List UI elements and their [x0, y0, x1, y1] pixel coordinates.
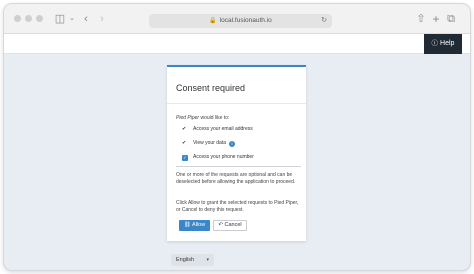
key-icon: ⛓ [183, 222, 191, 228]
chevron-down-icon[interactable]: ⌄ [66, 13, 78, 25]
close-window-button[interactable] [14, 15, 21, 22]
optional-note: One or more of the requests are optional… [176, 172, 296, 185]
check-icon: ✔ [182, 140, 187, 146]
help-button[interactable]: ⓘ Help [424, 34, 462, 54]
info-icon[interactable]: i [228, 141, 235, 147]
reload-icon[interactable]: ↻ [321, 14, 327, 28]
tab-overview-icon[interactable]: ⧉ [445, 13, 457, 25]
new-tab-icon[interactable]: + [430, 13, 442, 25]
allow-label: Allow [192, 222, 206, 228]
check-icon: ✔ [182, 126, 187, 132]
scope-item-data: ✔ View your data i [182, 139, 235, 147]
help-circle-icon: ⓘ [431, 40, 439, 47]
back-icon[interactable]: ‹ [80, 13, 92, 25]
instructions-text: Click Allow to grant the selected reques… [176, 200, 299, 213]
divider [176, 166, 301, 167]
consent-panel: Consent required Pied Piper would like t… [167, 65, 306, 241]
scope-label: Access your email address [193, 126, 253, 132]
cancel-label: Cancel [224, 222, 242, 228]
intro-text: Pied Piper would like to: [176, 115, 229, 121]
scope-item-phone[interactable]: ✓ Access your phone number [182, 153, 254, 161]
divider [167, 103, 306, 104]
sidebar-toggle-icon[interactable]: ◫ [54, 13, 66, 25]
zoom-window-button[interactable] [36, 15, 43, 22]
scope-label: View your data [193, 140, 226, 146]
address-bar[interactable]: 🔒 local.fusionauth.io ↻ [149, 14, 332, 28]
panel-title: Consent required [176, 83, 246, 93]
help-button-label: Help [440, 40, 455, 47]
language-value: English [176, 257, 195, 263]
cancel-button[interactable]: ↶ Cancel [213, 220, 247, 231]
intro-suffix: would like to: [199, 115, 230, 121]
share-icon[interactable]: ⇧ [415, 13, 427, 25]
browser-toolbar: ◫ ⌄ ‹ › 🔒 local.fusionauth.io ↻ ⇧ + ⧉ [4, 4, 470, 34]
scope-item-email: ✔ Access your email address [182, 125, 253, 133]
browser-window: ◫ ⌄ ‹ › 🔒 local.fusionauth.io ↻ ⇧ + ⧉ ⓘ He… [4, 4, 470, 270]
undo-icon: ↶ [218, 222, 223, 228]
app-name: Pied Piper [176, 115, 200, 121]
scope-checkbox[interactable]: ✓ [182, 155, 188, 161]
app-header: ⓘ Help [4, 34, 470, 54]
scope-label: Access your phone number [193, 154, 254, 160]
minimize-window-button[interactable] [25, 15, 32, 22]
chevron-down-icon: ▾ [206, 257, 209, 263]
lock-icon: 🔒 [209, 18, 217, 24]
allow-button[interactable]: ⛓ Allow [179, 220, 210, 231]
language-select[interactable]: English ▾ [171, 254, 214, 266]
forward-icon[interactable]: › [96, 13, 108, 25]
url-text: local.fusionauth.io [219, 17, 272, 24]
